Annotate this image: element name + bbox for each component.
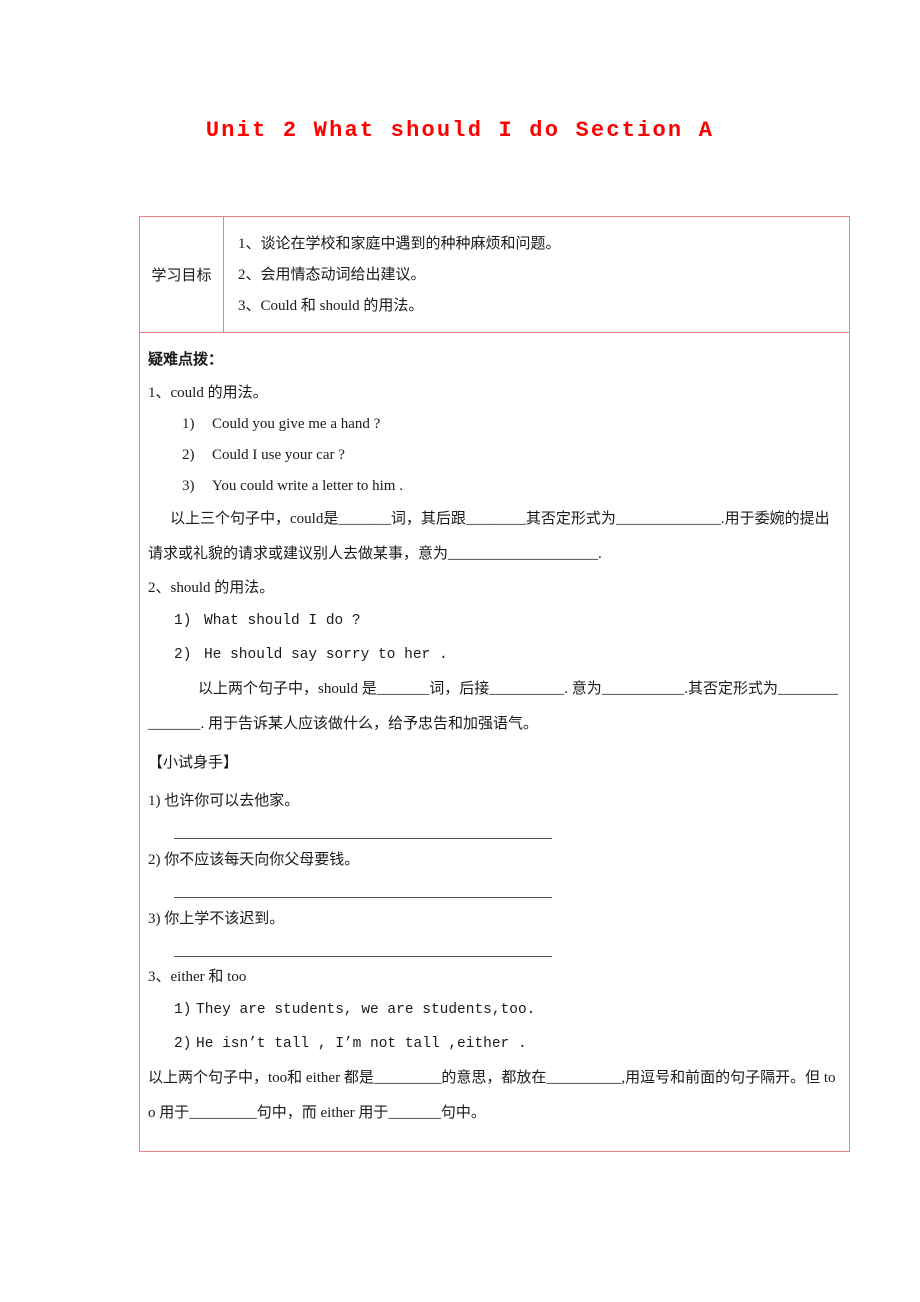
list-item: 3、Could 和 should 的用法。 <box>238 298 424 314</box>
practice-heading: 【小试身手】 <box>148 755 239 771</box>
item-number: 3) <box>182 478 195 494</box>
either-too-example-2: 2) He isn’t tall , I’m not tall ,either . <box>148 1027 839 1061</box>
worksheet-page: Unit 2 What should I do Section A 学习目标 1… <box>0 0 920 1302</box>
practice-item-2: 2) 你不应该每天向你父母要钱。 <box>148 852 360 868</box>
example-text: Could I use your car ? <box>212 447 345 463</box>
item-number: 1) <box>174 613 192 629</box>
could-example-3: 3) You could write a letter to him . <box>148 471 839 502</box>
could-example-2: 2) Could I use your car ? <box>148 440 839 471</box>
item-number: 1) <box>174 1002 192 1018</box>
example-text: They are students, we are students,too. <box>196 1002 536 1018</box>
could-example-1: 1) Could you give me a hand ? <box>148 409 839 440</box>
answer-line[interactable] <box>174 956 552 957</box>
item-number: 1) <box>182 416 195 432</box>
learning-goals-row: 学习目标 1、谈论在学校和家庭中遇到的种种麻烦和问题。 2、会用情态动词给出建议… <box>140 217 849 333</box>
should-explanation: 以上两个句子中，should 是_______词，后接__________. 意… <box>148 681 839 732</box>
example-text: You could write a letter to him . <box>212 478 403 494</box>
either-too-example-1: 1) They are students, we are students,too… <box>148 993 839 1027</box>
worksheet-table: 学习目标 1、谈论在学校和家庭中遇到的种种麻烦和问题。 2、会用情态动词给出建议… <box>139 216 850 1152</box>
practice-item-3: 3) 你上学不该迟到。 <box>148 911 285 927</box>
either-too-topic: 3、either 和 too <box>148 969 247 985</box>
answer-line[interactable] <box>174 897 552 898</box>
either-too-explanation: 以上两个句子中，too和 either 都是_________的意思，都放在__… <box>148 1070 836 1121</box>
item-number: 2) <box>182 447 195 463</box>
should-topic: 2、should 的用法。 <box>148 580 275 596</box>
should-example-1: 1) What should I do ? <box>148 604 839 638</box>
example-text: He isn’t tall , I’m not tall ,either . <box>196 1036 527 1052</box>
could-explanation: 以上三个句子中，could是_______词，其后跟________其否定形式为… <box>148 511 830 562</box>
difficult-points-heading: 疑难点拨： <box>148 351 224 368</box>
example-text: Could you give me a hand ? <box>212 416 381 432</box>
list-item: 2、会用情态动词给出建议。 <box>238 267 426 283</box>
learning-goals-label: 学习目标 <box>140 217 224 332</box>
item-number: 2) <box>174 647 192 663</box>
page-title: Unit 2 What should I do Section A <box>205 118 715 143</box>
answer-line[interactable] <box>174 838 552 839</box>
item-number: 2) <box>174 1036 192 1052</box>
difficult-points-row: 疑难点拨： 1、could 的用法。 1) Could you give me a… <box>140 333 849 1151</box>
learning-goals-list: 1、谈论在学校和家庭中遇到的种种麻烦和问题。 2、会用情态动词给出建议。 3、C… <box>224 217 849 332</box>
example-text: He should say sorry to her . <box>204 647 448 663</box>
list-item: 1、谈论在学校和家庭中遇到的种种麻烦和问题。 <box>238 236 561 252</box>
example-text: What should I do ? <box>204 613 361 629</box>
should-example-2: 2) He should say sorry to her . <box>148 638 839 672</box>
could-topic: 1、could 的用法。 <box>148 385 268 401</box>
practice-item-1: 1) 也许你可以去他家。 <box>148 793 300 809</box>
